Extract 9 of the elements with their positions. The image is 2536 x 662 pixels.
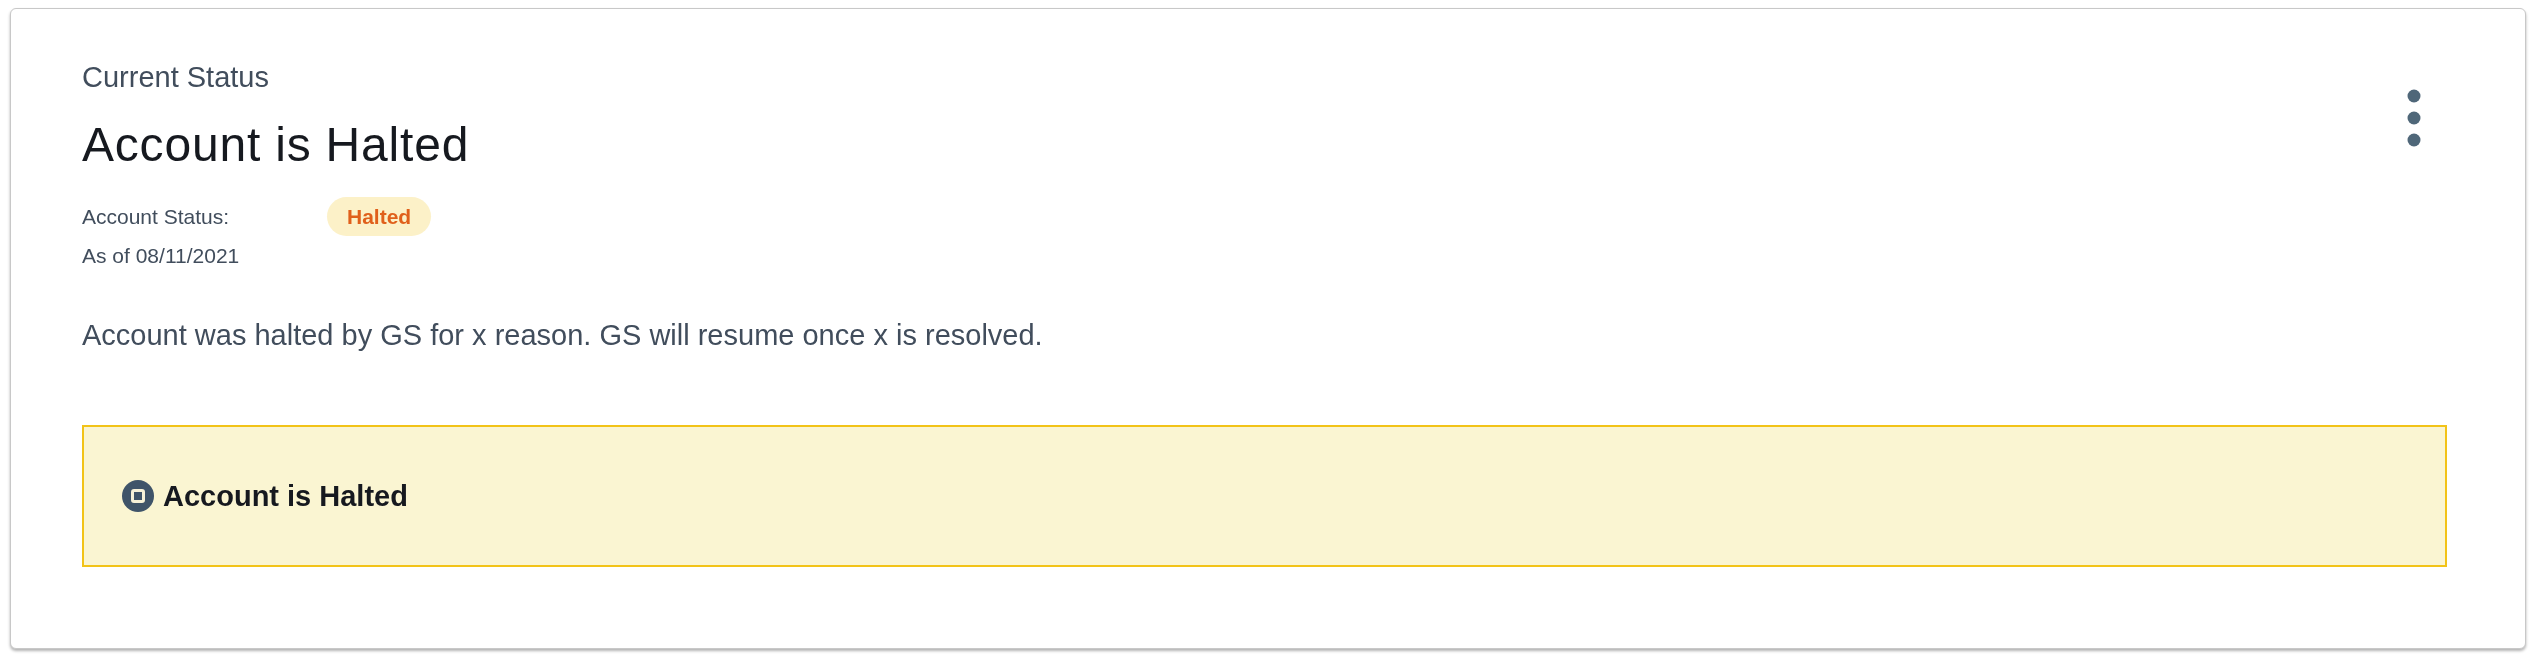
as-of-date: As of 08/11/2021	[82, 243, 241, 269]
section-label: Current Status	[82, 60, 270, 94]
stop-circle-icon	[122, 480, 154, 512]
status-label: Account Status:	[82, 203, 230, 230]
alert-text: Account is Halted	[163, 479, 408, 513]
kebab-icon	[2407, 89, 2421, 147]
status-badge: Halted	[327, 197, 432, 236]
card-title: Account is Halted	[82, 117, 470, 173]
description-text: Account was halted by GS for x reason. GS will resume once x is resolved.	[82, 318, 1044, 353]
